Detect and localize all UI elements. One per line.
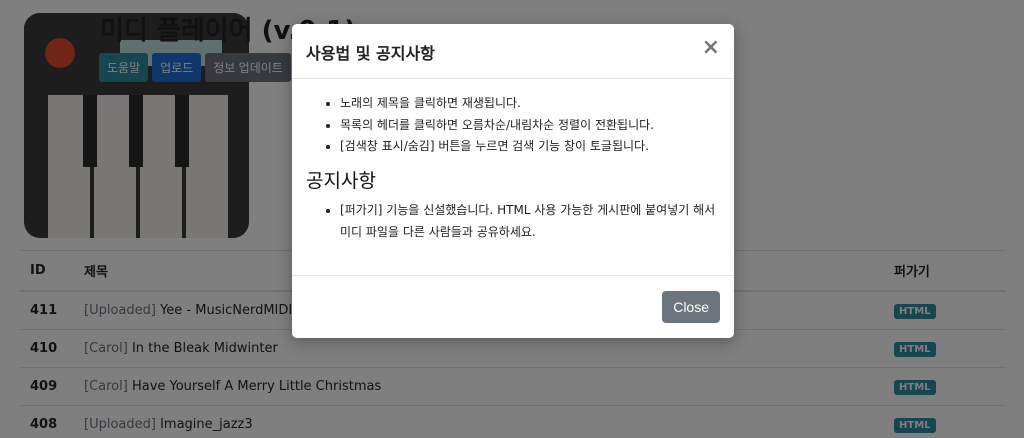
modal-body: 노래의 제목을 클릭하면 재생됩니다. 목록의 헤더를 클릭하면 오름차순/내림…: [292, 79, 734, 243]
usage-list: 노래의 제목을 클릭하면 재생됩니다. 목록의 헤더를 클릭하면 오름차순/내림…: [306, 93, 720, 158]
usage-item: 노래의 제목을 클릭하면 재생됩니다.: [340, 93, 720, 115]
usage-item: [검색창 표시/숨김] 버튼을 누르면 검색 기능 창이 토글됩니다.: [340, 136, 720, 158]
close-icon[interactable]: ×: [702, 37, 720, 59]
usage-item: 목록의 헤더를 클릭하면 오름차순/내림차순 정렬이 전환됩니다.: [340, 115, 720, 137]
modal-footer: Close: [292, 275, 734, 338]
close-button[interactable]: Close: [662, 291, 720, 323]
help-modal: 사용법 및 공지사항 × 노래의 제목을 클릭하면 재생됩니다. 목록의 헤더를…: [292, 24, 734, 338]
modal-title: 사용법 및 공지사항: [306, 44, 435, 63]
notice-heading: 공지사항: [306, 169, 376, 192]
modal-header: 사용법 및 공지사항 ×: [292, 24, 734, 79]
notice-list: [퍼가기] 기능을 신설했습니다. HTML 사용 가능한 게시판에 붙여넣기 …: [306, 199, 720, 243]
notice-item: [퍼가기] 기능을 신설했습니다. HTML 사용 가능한 게시판에 붙여넣기 …: [340, 199, 720, 243]
